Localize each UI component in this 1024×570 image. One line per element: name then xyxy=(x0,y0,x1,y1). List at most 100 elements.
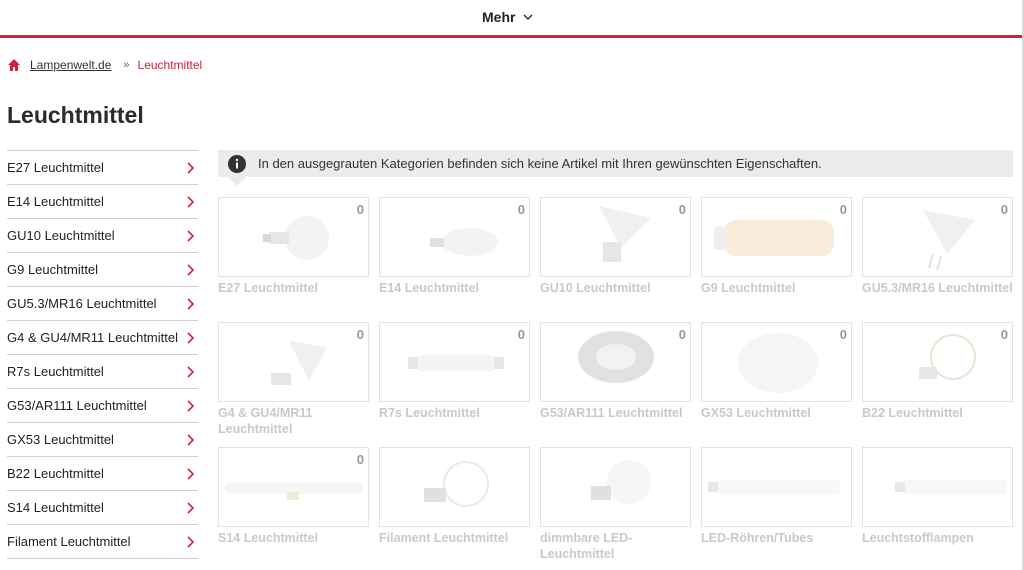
chevron-right-icon xyxy=(187,433,195,446)
bulb-led-icon xyxy=(591,460,651,504)
category-tile-g53-ar111[interactable]: 0 G53/AR111 Leuchtmittel xyxy=(540,322,691,421)
sidebar-item-label: S14 Leuchtmittel xyxy=(7,500,104,515)
category-tile-gx53[interactable]: 0 GX53 Leuchtmittel xyxy=(701,322,852,421)
category-count: 0 xyxy=(356,327,364,342)
category-tile-g4-gu4-mr11[interactable]: 0 G4 & GU4/MR11 Leuchtmittel xyxy=(218,322,369,437)
sidebar-item-label: G4 & GU4/MR11 Leuchtmittel xyxy=(7,330,178,345)
sidebar-category-list: E27 Leuchtmittel E14 Leuchtmittel GU10 L… xyxy=(7,150,198,559)
category-label: Filament Leuchtmittel xyxy=(379,531,509,545)
breadcrumb-current: Leuchtmittel xyxy=(137,58,203,72)
notice-text: In den ausgegrauten Kategorien befinden … xyxy=(258,156,822,171)
page-title: Leuchtmittel xyxy=(7,102,144,128)
category-image-box xyxy=(540,447,691,527)
sidebar-item-gx53[interactable]: GX53 Leuchtmittel xyxy=(7,423,198,457)
spot-mr16-icon xyxy=(923,210,975,271)
category-label: LED-Röhren/Tubes xyxy=(701,531,814,545)
category-count: 0 xyxy=(839,327,847,342)
category-tile-r7s[interactable]: 0 R7s Leuchtmittel xyxy=(379,322,530,421)
bulb-candle-icon xyxy=(430,228,498,256)
category-label: dimmbare LED-Leuchtmittel xyxy=(540,531,633,561)
chevron-right-icon xyxy=(187,535,195,548)
category-image-box: 0 xyxy=(218,447,369,527)
top-nav-bar: Mehr xyxy=(0,0,1022,38)
category-count: 0 xyxy=(517,327,525,342)
chevron-right-icon xyxy=(187,229,195,242)
breadcrumb-home-link[interactable]: Lampenwelt.de xyxy=(30,58,111,72)
reflector-ar111-icon xyxy=(578,331,654,383)
category-tile-e27[interactable]: 0 E27 Leuchtmittel xyxy=(218,197,369,296)
breadcrumb-separator: » xyxy=(123,59,130,71)
sidebar-item-r7s[interactable]: R7s Leuchtmittel xyxy=(7,355,198,389)
category-tile-e14[interactable]: 0 E14 Leuchtmittel xyxy=(379,197,530,296)
sidebar-item-label: G9 Leuchtmittel xyxy=(7,262,99,277)
category-image-box xyxy=(862,447,1013,527)
bulb-filament-b22-icon xyxy=(919,334,976,380)
breadcrumb: Lampenwelt.de » Leuchtmittel xyxy=(7,58,202,72)
category-image-box xyxy=(701,447,852,527)
category-count: 0 xyxy=(517,202,525,217)
more-menu-button[interactable]: Mehr xyxy=(482,9,533,25)
sidebar-item-gu53-mr16[interactable]: GU5.3/MR16 Leuchtmittel xyxy=(7,287,198,321)
bulb-a60-icon xyxy=(263,216,329,260)
category-tile-fluorescent[interactable]: Leuchtstofflampen xyxy=(862,447,1013,546)
chevron-right-icon xyxy=(187,399,195,412)
category-label: B22 Leuchtmittel xyxy=(862,406,963,420)
category-image-box: 0 xyxy=(540,322,691,402)
sidebar-item-label: B22 Leuchtmittel xyxy=(7,466,104,481)
chevron-right-icon xyxy=(187,331,195,344)
category-tile-s14[interactable]: 0 S14 Leuchtmittel xyxy=(218,447,369,546)
notice-pointer xyxy=(228,177,246,186)
category-count: 0 xyxy=(356,202,364,217)
sidebar-item-e14[interactable]: E14 Leuchtmittel xyxy=(7,185,198,219)
sidebar-item-filament[interactable]: Filament Leuchtmittel xyxy=(7,525,198,559)
info-icon xyxy=(228,154,246,173)
home-icon[interactable] xyxy=(7,58,21,72)
category-image-box xyxy=(379,447,530,527)
sidebar-item-label: Filament Leuchtmittel xyxy=(7,534,131,549)
category-tile-gu53-mr16[interactable]: 0 GU5.3/MR16 Leuchtmittel xyxy=(862,197,1013,296)
sidebar-item-g4-gu4-mr11[interactable]: G4 & GU4/MR11 Leuchtmittel xyxy=(7,321,198,355)
category-count: 0 xyxy=(678,202,686,217)
chevron-right-icon xyxy=(187,195,195,208)
category-label: R7s Leuchtmittel xyxy=(379,406,480,420)
category-label: E14 Leuchtmittel xyxy=(379,281,480,295)
category-label: Leuchtstofflampen xyxy=(862,531,974,545)
category-tile-led-tubes[interactable]: LED-Röhren/Tubes xyxy=(701,447,852,546)
spot-mr11-icon xyxy=(271,341,327,385)
category-label: GX53 Leuchtmittel xyxy=(701,406,811,420)
spot-gu10-icon xyxy=(599,206,651,262)
category-image-box: 0 xyxy=(862,197,1013,277)
category-count: 0 xyxy=(1000,202,1008,217)
category-image-box: 0 xyxy=(379,322,530,402)
info-notice: In den ausgegrauten Kategorien befinden … xyxy=(218,150,1013,186)
category-image-box: 0 xyxy=(379,197,530,277)
capsule-g9-icon xyxy=(714,220,834,256)
category-tile-filament[interactable]: Filament Leuchtmittel xyxy=(379,447,530,546)
linestra-s14-icon xyxy=(225,482,363,500)
sidebar-item-e27[interactable]: E27 Leuchtmittel xyxy=(7,151,198,185)
sidebar-item-gu10[interactable]: GU10 Leuchtmittel xyxy=(7,219,198,253)
chevron-right-icon xyxy=(187,297,195,310)
category-tile-dimmable-led[interactable]: dimmbare LED-Leuchtmittel xyxy=(540,447,691,562)
sidebar-item-g53-ar111[interactable]: G53/AR111 Leuchtmittel xyxy=(7,389,198,423)
category-image-box: 0 xyxy=(862,322,1013,402)
category-image-box: 0 xyxy=(540,197,691,277)
tube-r7s-icon xyxy=(408,355,504,371)
category-label: G9 Leuchtmittel xyxy=(701,281,796,295)
category-label: G4 & GU4/MR11 Leuchtmittel xyxy=(218,406,313,436)
sidebar-item-label: GX53 Leuchtmittel xyxy=(7,432,114,447)
chevron-right-icon xyxy=(187,263,195,276)
category-label: GU5.3/MR16 Leuchtmittel xyxy=(862,281,1013,295)
category-tile-g9[interactable]: 0 G9 Leuchtmittel xyxy=(701,197,852,296)
chevron-right-icon xyxy=(187,365,195,378)
sidebar-item-b22[interactable]: B22 Leuchtmittel xyxy=(7,457,198,491)
sidebar-item-s14[interactable]: S14 Leuchtmittel xyxy=(7,491,198,525)
fluorescent-tube-icon xyxy=(895,480,1007,494)
sidebar-item-label: E27 Leuchtmittel xyxy=(7,160,104,175)
category-image-box: 0 xyxy=(218,197,369,277)
category-count: 0 xyxy=(839,202,847,217)
category-tile-gu10[interactable]: 0 GU10 Leuchtmittel xyxy=(540,197,691,296)
sidebar-item-g9[interactable]: G9 Leuchtmittel xyxy=(7,253,198,287)
category-tile-b22[interactable]: 0 B22 Leuchtmittel xyxy=(862,322,1013,421)
category-image-box: 0 xyxy=(218,322,369,402)
